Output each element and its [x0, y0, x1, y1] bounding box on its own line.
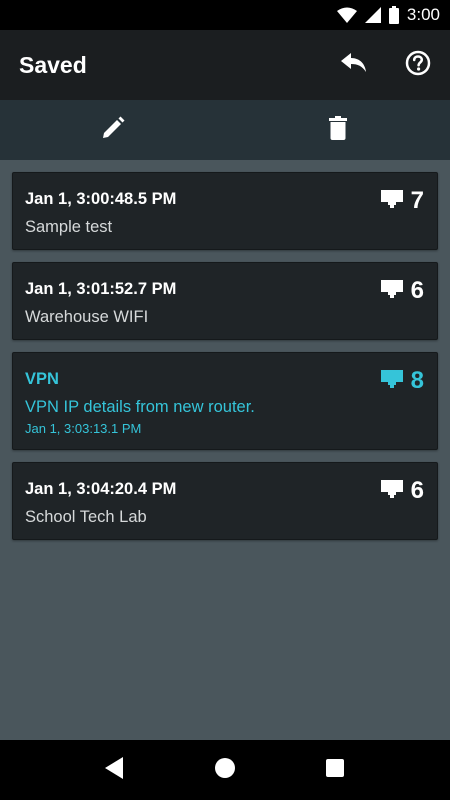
cell-signal-icon [364, 7, 381, 23]
undo-button[interactable] [322, 30, 386, 100]
battery-icon [388, 6, 399, 24]
item-title: Jan 1, 3:01:52.7 PM [25, 280, 177, 298]
pencil-icon [101, 116, 125, 145]
back-triangle-icon [105, 756, 125, 784]
item-description: Warehouse WIFI [25, 308, 149, 326]
item-count: 7 [380, 187, 424, 215]
app-bar: Saved [0, 30, 450, 100]
item-title: VPN [25, 370, 59, 388]
system-nav-bar [0, 740, 450, 800]
recents-square-icon [325, 758, 345, 783]
list-item[interactable]: Jan 1, 3:01:52.7 PM Warehouse WIFI 6 [12, 262, 438, 340]
page-title: Saved [19, 51, 87, 78]
item-count: 6 [380, 477, 424, 505]
undo-icon [341, 52, 367, 78]
saved-list: Jan 1, 3:00:48.5 PM Sample test 7 Jan 1,… [12, 172, 438, 552]
help-button[interactable] [386, 30, 450, 100]
ethernet-icon [380, 277, 403, 305]
item-description: VPN IP details from new router. [25, 398, 255, 416]
item-description: Sample test [25, 218, 113, 236]
item-count: 6 [380, 277, 424, 305]
status-bar: 3:00 [0, 0, 450, 30]
trash-icon [328, 115, 347, 145]
ethernet-icon [380, 187, 403, 215]
edit-button[interactable] [0, 100, 225, 160]
ethernet-icon [380, 367, 403, 395]
item-count: 8 [380, 367, 424, 395]
home-circle-icon [214, 757, 236, 784]
action-toolbar [0, 100, 450, 160]
back-button[interactable] [85, 740, 145, 800]
list-item-highlighted[interactable]: VPN VPN IP details from new router. Jan … [12, 352, 438, 450]
recents-button[interactable] [305, 740, 365, 800]
item-count-value: 6 [410, 277, 424, 304]
list-item[interactable]: Jan 1, 3:04:20.4 PM School Tech Lab 6 [12, 462, 438, 540]
delete-button[interactable] [225, 100, 450, 160]
status-time: 3:00 [406, 5, 440, 24]
list-item[interactable]: Jan 1, 3:00:48.5 PM Sample test 7 [12, 172, 438, 250]
item-title: Jan 1, 3:00:48.5 PM [25, 190, 177, 208]
home-button[interactable] [195, 740, 255, 800]
item-title: Jan 1, 3:04:20.4 PM [25, 480, 177, 498]
item-timestamp: Jan 1, 3:03:13.1 PM [25, 421, 142, 436]
help-icon [405, 50, 431, 81]
wifi-icon [336, 7, 357, 23]
ethernet-icon [380, 477, 403, 505]
item-description: School Tech Lab [25, 508, 147, 526]
item-count-value: 6 [410, 477, 424, 504]
item-count-value: 7 [410, 187, 424, 214]
item-count-value: 8 [410, 367, 424, 394]
